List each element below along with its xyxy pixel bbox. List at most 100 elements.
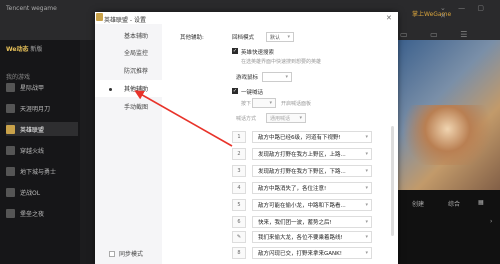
sidebar-game-dnf[interactable]: 地下城与勇士 [6, 164, 78, 178]
message-row[interactable]: 5 敌方可能在偷小龙，中路和下路看... ▾ [232, 198, 382, 212]
window-controls[interactable]: ⌄ — ▢ ✕ [440, 4, 500, 20]
message-row[interactable]: 3 发现敌方打野在我方下野区，下路... ▾ [232, 164, 382, 178]
chevron-down-icon: ▾ [365, 151, 368, 157]
sync-mode-checkbox[interactable] [109, 250, 115, 257]
chevron-down-icon: ▾ [269, 100, 272, 106]
message-row[interactable]: 6 快来，我们团一波，蓄势之后! ▾ [232, 215, 382, 229]
game-icon [6, 166, 15, 176]
right-panel-general[interactable]: 综合 [448, 199, 460, 208]
message-row[interactable]: 2 发现敌方打野在我方上野区，上路... ▾ [232, 147, 382, 161]
edit-icon[interactable]: ✎ [232, 231, 246, 243]
we-dynamic-title: We动态 [6, 46, 29, 53]
message-row[interactable]: 1 敌方中路已经6级，河道有下视野! ▾ [232, 130, 382, 144]
header-icons[interactable]: ▭ ▭ ☰ [400, 30, 477, 39]
quick-msg-hint: 按下 [241, 101, 252, 107]
tab-global-monitor[interactable]: 全局监控 [95, 44, 162, 61]
sidebar-game-cf[interactable]: 穿越火线 [6, 143, 78, 157]
chevron-down-icon: ▾ [365, 234, 368, 240]
tab-recommend[interactable]: 防沉推荐 [95, 62, 162, 79]
quick-msg-suffix: 开启喊话面板 [281, 101, 312, 107]
message-text: 我们来偷大龙，各位不要乘着路线! [258, 235, 343, 241]
chevron-down-icon: ▾ [299, 115, 302, 121]
game-icon [6, 145, 15, 155]
game-label: 星际战甲 [20, 84, 45, 92]
sync-mode-label: 同步模式 [119, 251, 144, 258]
game-icon [6, 208, 15, 218]
chevron-down-icon: ▾ [365, 219, 368, 225]
sidebar-game-nz[interactable]: 逆战OL [6, 185, 78, 199]
message-text: 快来，我们团一波，蓄势之后! [258, 220, 332, 226]
game-label: 英雄联盟 [20, 126, 45, 134]
message-select[interactable]: 敌方中路已经6级，河道有下视野! ▾ [252, 131, 372, 143]
message-number: 3 [232, 165, 246, 177]
message-number: 6 [232, 216, 246, 228]
chevron-down-icon: ▾ [287, 34, 290, 40]
grid-icon[interactable]: ▦ [478, 199, 484, 206]
message-text: 敌方中路消失了，各位注意! [258, 186, 327, 192]
chevron-down-icon: ▾ [365, 134, 368, 140]
we-dynamic-block[interactable]: We动态 新版 [6, 44, 42, 53]
hero-banner-figure [395, 105, 500, 165]
game-label: 地下城与勇士 [20, 168, 57, 176]
message-number: 1 [232, 131, 246, 143]
dialog-scrollbar[interactable] [391, 126, 394, 236]
mode-select[interactable]: 通用喊话 ▾ [266, 113, 306, 123]
section-label: 其他辅助: [180, 35, 204, 41]
tab-basic[interactable]: 基本辅助 [95, 27, 162, 44]
fast-search-hint: 在选英雄界面中快速搜到想要的英雄 [241, 59, 322, 65]
chevron-down-icon: ▾ [365, 250, 368, 256]
message-number: 4 [232, 182, 246, 194]
chevron-down-icon: ▾ [365, 202, 368, 208]
message-select[interactable]: 发现敌方打野在我方下野区，下路... ▾ [252, 165, 372, 177]
chevron-down-icon: ▾ [285, 74, 288, 80]
tab-other-assist[interactable]: 其他辅助 [95, 80, 162, 97]
message-number: 5 [232, 199, 246, 211]
sidebar-game-warframe[interactable]: 星际战甲 [6, 80, 78, 94]
message-select[interactable]: 敌方可能在偷小龙，中路和下路看... ▾ [252, 199, 372, 211]
we-dynamic-badge: 新版 [30, 46, 43, 53]
message-row[interactable]: 4 敌方中路消失了，各位注意! ▾ [232, 181, 382, 195]
mode-label: 喊话方式 [236, 116, 257, 122]
quick-msg-label: 一键喊话 [241, 90, 264, 96]
message-text: 敌方闪现已交，打野来拿来GANK! [258, 251, 342, 257]
message-select[interactable]: 敌方中路消失了，各位注意! ▾ [252, 182, 372, 194]
message-select[interactable]: 我们来偷大龙，各位不要乘着路线! ▾ [252, 231, 372, 243]
sidebar-game-moonblade[interactable]: 天涯明月刀 [6, 101, 78, 115]
game-label: 逆战OL [20, 189, 41, 197]
chevron-down-icon: ▾ [365, 185, 368, 191]
rollback-label: 回档模式 [232, 35, 255, 41]
mode-value: 通用喊话 [270, 115, 291, 122]
game-icon [6, 187, 15, 197]
sidebar-game-lol[interactable]: 英雄联盟 [6, 122, 78, 136]
hotkey-label: 游戏鼠标 [236, 75, 259, 81]
quick-msg-key[interactable]: ▾ [252, 98, 276, 108]
quick-msg-checkbox[interactable]: ✓ [232, 88, 238, 94]
right-panel-create[interactable]: 创建 [412, 199, 424, 208]
message-row[interactable]: ✎ 我们来偷大龙，各位不要乘着路线! ▾ [232, 230, 382, 244]
message-select[interactable]: 发现敌方打野在我方上野区，上路... ▾ [252, 148, 372, 160]
game-icon [6, 124, 15, 134]
message-number: 2 [232, 148, 246, 160]
fast-search-checkbox[interactable]: ✓ [232, 48, 238, 54]
game-label: 堡垒之夜 [20, 210, 45, 218]
message-text: 发现敌方打野在我方上野区，上路... [258, 152, 346, 158]
message-select[interactable]: 敌方闪现已交，打野来拿来GANK! ▾ [252, 247, 372, 259]
game-label: 天涯明月刀 [20, 105, 51, 113]
tab-screenshot[interactable]: 手动截图 [95, 98, 162, 115]
lol-logo-icon [96, 13, 103, 21]
message-select[interactable]: 快来，我们团一波，蓄势之后! ▾ [252, 216, 372, 228]
chevron-right-icon[interactable]: › [490, 218, 492, 225]
sidebar-game-fortnite[interactable]: 堡垒之夜 [6, 206, 78, 220]
chevron-down-icon: ▾ [365, 168, 368, 174]
sync-mode-toggle[interactable]: 同步模式 [109, 249, 143, 258]
game-label: 穿越火线 [20, 147, 45, 155]
close-icon[interactable]: ✕ [386, 14, 392, 22]
message-number: 8 [232, 247, 246, 259]
message-text: 发现敌方打野在我方下野区，下路... [258, 169, 346, 175]
hotkey-select[interactable]: ▾ [262, 72, 292, 82]
fast-search-label: 英雄快速搜索 [241, 50, 275, 56]
game-icon [6, 103, 15, 113]
message-text: 敌方可能在偷小龙，中路和下路看... [258, 203, 346, 209]
message-row[interactable]: 8 敌方闪现已交，打野来拿来GANK! ▾ [232, 246, 382, 260]
rollback-select[interactable]: 默认 ▾ [266, 32, 294, 42]
